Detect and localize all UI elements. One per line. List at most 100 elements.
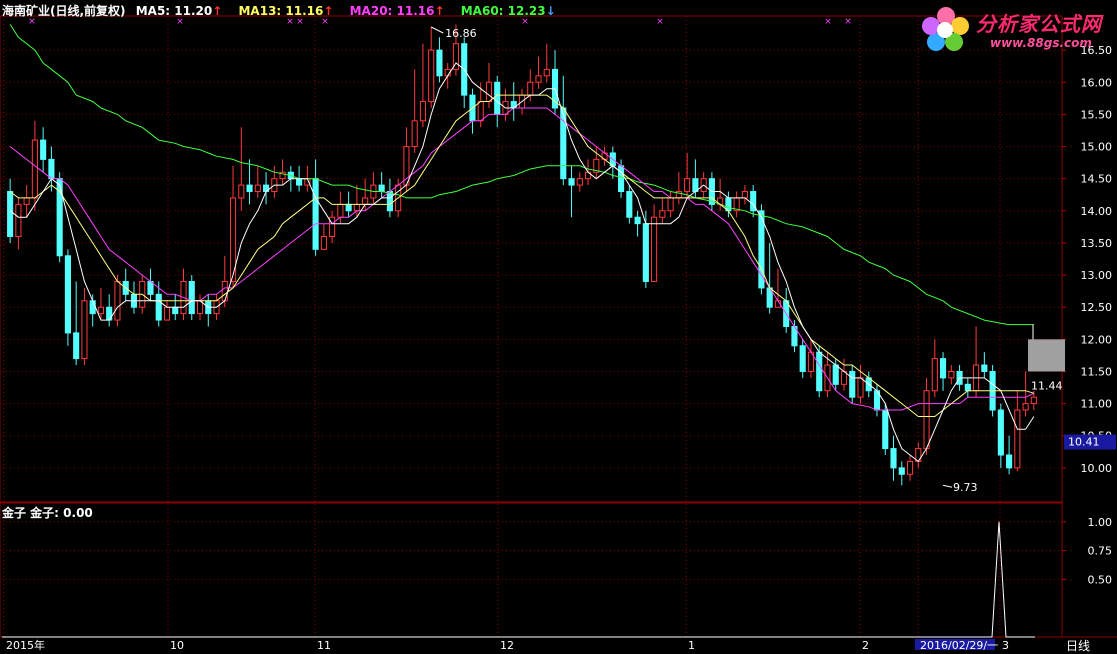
candle-body	[254, 184, 261, 193]
y-tick-label: 13.00	[1081, 269, 1113, 282]
y-tick-label: 15.00	[1081, 141, 1113, 154]
signal-marker: ×	[844, 17, 852, 27]
candle-body	[634, 216, 641, 225]
sub-indicator-header: 金子 金子: 0.00	[2, 506, 93, 520]
candle-body	[494, 81, 501, 115]
y-tick-label: 12.00	[1081, 333, 1113, 346]
x-tick-label: 2	[862, 639, 869, 650]
candle-body	[964, 383, 971, 392]
candle-body	[1022, 403, 1029, 411]
candle-body	[997, 409, 1004, 456]
y-tick-label: 13.50	[1081, 237, 1113, 250]
close-annotation: 11.44	[1031, 379, 1063, 392]
candle-body	[7, 191, 14, 238]
candle-body	[238, 184, 245, 199]
candle-body	[890, 448, 897, 469]
candle-body	[89, 300, 96, 315]
candle-body	[97, 306, 105, 315]
ma20-label: MA20: 11.16↑	[349, 4, 445, 18]
current-bar-box	[1028, 339, 1065, 372]
ma5-line	[9, 62, 1035, 463]
ma5-label: MA5: 11.20↑	[135, 4, 223, 18]
signal-marker: ×	[656, 17, 664, 27]
y-tick-label: 12.50	[1081, 301, 1113, 314]
x-tick-label: 1	[688, 639, 695, 650]
candle-body	[923, 390, 930, 450]
candle-body	[543, 68, 550, 77]
candle-body	[741, 191, 748, 199]
candle-body	[163, 306, 171, 321]
main-header: 海南矿业(日线,前复权) MA5: 11.20↑ MA13: 11.16↑ MA…	[2, 2, 568, 19]
y-tick-label: 11.50	[1081, 365, 1113, 378]
candle-body	[337, 203, 344, 218]
candle-body	[576, 178, 583, 186]
site-logo[interactable]: 分析家公式网 www.88gs.com	[918, 2, 1114, 58]
ma13-label: MA13: 11.16↑	[238, 4, 334, 18]
y-tick-label: 10.00	[1081, 462, 1113, 475]
candle-body	[64, 255, 71, 334]
candle-body	[981, 364, 988, 372]
y-tick-label: 11.00	[1081, 398, 1113, 411]
logo-url: www.88gs.com	[990, 36, 1092, 50]
candle-body	[40, 139, 47, 160]
candle-body	[353, 203, 360, 212]
candle-body	[1030, 396, 1037, 405]
candle-body	[535, 75, 542, 83]
candle-body	[568, 178, 575, 186]
low-annotation-arrow	[942, 484, 953, 488]
candle-body	[642, 223, 649, 282]
y-tick-label: 14.50	[1081, 173, 1113, 186]
candle-body	[362, 197, 369, 205]
candle-body	[1014, 409, 1021, 469]
period-label[interactable]: 日线	[1066, 637, 1090, 654]
x-tick-label: 3	[1002, 639, 1009, 650]
candle-body	[23, 197, 30, 205]
candle-body	[428, 49, 435, 103]
candle-body	[684, 178, 691, 193]
high-annotation-arrow	[430, 26, 444, 34]
logo-text: 分析家公式网	[976, 12, 1102, 36]
candle-body	[296, 178, 303, 186]
candle-body	[857, 377, 864, 398]
candle-body	[906, 460, 914, 475]
x-tick-label: 12	[500, 639, 514, 650]
y-tick-label: 14.00	[1081, 205, 1113, 218]
candle-body	[939, 358, 947, 379]
candle-body	[898, 467, 905, 475]
candle-body	[667, 197, 674, 212]
ma13-line	[9, 94, 1035, 417]
candle-body	[419, 101, 426, 122]
candle-body	[73, 332, 80, 360]
stock-chart: 10.00 1 0.50 11.00 11.50 12.00 12.50 13.00 13.50…	[0, 15, 1117, 650]
candle-body	[948, 370, 955, 379]
candle-body	[31, 139, 38, 199]
candle-body	[81, 300, 88, 360]
high-annotation: 16.86	[445, 27, 477, 40]
candle-body	[386, 191, 393, 212]
candle-body	[312, 178, 319, 250]
price-box-label: 10.41	[1068, 436, 1100, 449]
chart-title: 海南矿业(日线,前复权)	[2, 4, 126, 18]
signal-marker: ×	[824, 17, 832, 27]
low-annotation: 9.73	[953, 481, 978, 494]
candle-body	[188, 280, 195, 315]
x-tick-label: 2016/02/29/一	[920, 639, 998, 650]
ma20-line	[9, 107, 1035, 411]
candle-body	[477, 101, 484, 122]
candle-body	[485, 81, 493, 103]
sub-y-tick-label: 0.50	[1088, 573, 1113, 586]
candle-body	[799, 345, 806, 372]
candle-body	[659, 210, 666, 218]
candle-body	[411, 120, 418, 148]
candle-body	[172, 306, 179, 315]
x-tick-label: 2015年	[6, 638, 45, 650]
candle-body	[155, 293, 162, 321]
candle-body	[15, 203, 22, 238]
candle-body	[651, 216, 658, 282]
candle-body	[246, 184, 253, 193]
candle-body	[849, 370, 856, 398]
candle-body	[882, 409, 889, 450]
candle-body	[832, 364, 839, 385]
x-tick-label: 11	[317, 639, 331, 650]
sub-y-tick-label: 1.00	[1088, 516, 1113, 529]
